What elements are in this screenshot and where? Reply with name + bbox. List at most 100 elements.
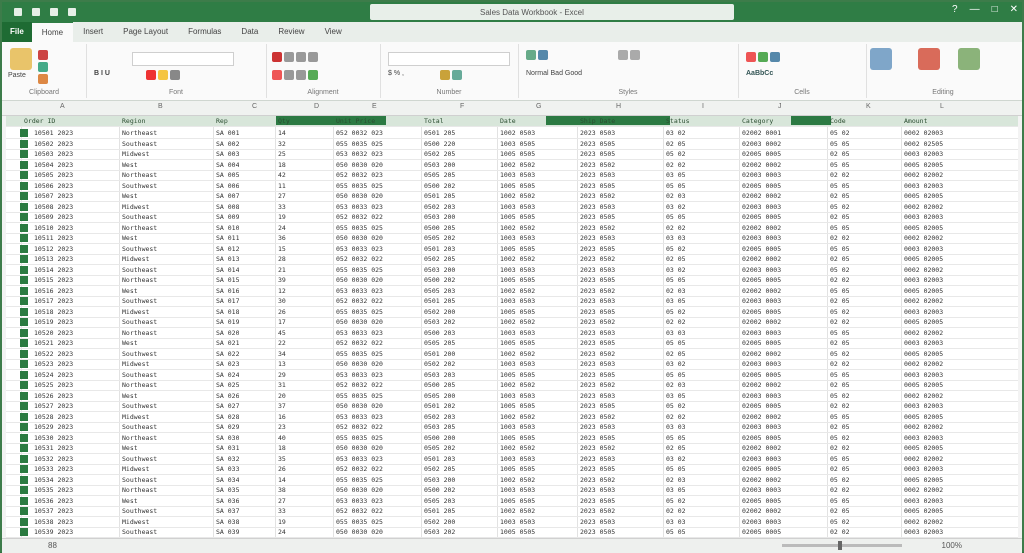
table-cell[interactable]: 2023 0503 xyxy=(580,233,615,243)
table-cell[interactable]: 2023 0503 xyxy=(580,359,615,369)
table-cell[interactable]: 02 03 xyxy=(666,286,686,296)
table-cell[interactable]: 0003 02003 xyxy=(904,433,943,443)
table-cell[interactable]: Northeast xyxy=(122,128,157,138)
table-cell[interactable]: 02 02 xyxy=(830,317,850,327)
tab-view[interactable]: View xyxy=(315,22,352,42)
table-cell[interactable]: Northeast xyxy=(122,223,157,233)
table-cell[interactable]: SA 005 xyxy=(216,170,239,180)
table-cell[interactable]: 05 05 xyxy=(666,212,686,222)
table-cell[interactable]: 02005 0005 xyxy=(742,149,781,159)
table-cell[interactable]: 14 xyxy=(278,475,286,485)
table-cell[interactable]: 1003 0503 xyxy=(500,265,535,275)
table-cell[interactable]: 055 0035 025 xyxy=(336,433,383,443)
table-cell[interactable]: SA 009 xyxy=(216,212,239,222)
table-cell[interactable]: 05 02 xyxy=(830,128,850,138)
column-header-f[interactable]: F xyxy=(460,103,464,110)
table-cell[interactable]: Midwest xyxy=(122,202,149,212)
table-cell[interactable]: 0002 02505 xyxy=(904,139,943,149)
table-cell[interactable]: 10515 2023 xyxy=(34,275,73,285)
table-cell[interactable]: 1003 0503 xyxy=(500,328,535,338)
table-cell[interactable]: 0500 202 xyxy=(424,181,455,191)
table-cell[interactable]: 03 02 xyxy=(666,202,686,212)
format-sample[interactable]: AaBbCc xyxy=(746,70,773,77)
table-cell[interactable]: 02005 0005 xyxy=(742,401,781,411)
table-cell[interactable]: 10506 2023 xyxy=(34,181,73,191)
table-cell[interactable]: Midwest xyxy=(122,359,149,369)
table-cell[interactable]: 1005 0505 xyxy=(500,496,535,506)
row-marker-icon[interactable] xyxy=(20,496,28,505)
table-cell[interactable]: 02002 0002 xyxy=(742,349,781,359)
merge-center-icon[interactable] xyxy=(308,70,318,80)
header-cell[interactable]: Status xyxy=(666,116,689,126)
column-header-b[interactable]: B xyxy=(158,103,163,110)
table-cell[interactable]: 053 0033 023 xyxy=(336,496,383,506)
table-cell[interactable]: Northeast xyxy=(122,433,157,443)
table-cell[interactable]: 02003 0003 xyxy=(742,296,781,306)
table-cell[interactable]: 02 03 xyxy=(666,380,686,390)
table-cell[interactable]: 31 xyxy=(278,380,286,390)
table-cell[interactable]: 1003 0503 xyxy=(500,485,535,495)
table-cell[interactable]: 0005 02005 xyxy=(904,317,943,327)
table-cell[interactable]: 0002 02002 xyxy=(904,296,943,306)
row-marker-icon[interactable] xyxy=(20,381,28,389)
row-marker-icon[interactable] xyxy=(20,223,28,232)
table-cell[interactable]: 0002 02002 xyxy=(904,454,943,464)
table-cell[interactable]: 05 05 xyxy=(830,244,850,254)
table-cell[interactable]: 2023 0503 xyxy=(580,265,615,275)
table-cell[interactable]: 0003 02003 xyxy=(904,527,943,537)
zoom-slider[interactable] xyxy=(782,544,902,547)
column-header-a[interactable]: A xyxy=(60,103,65,110)
table-cell[interactable]: 05 05 xyxy=(830,160,850,170)
row-marker-icon[interactable] xyxy=(20,486,28,494)
row-marker-icon[interactable] xyxy=(20,391,28,400)
table-cell[interactable]: SA 019 xyxy=(216,317,239,327)
table-cell[interactable]: 03 05 xyxy=(666,391,686,401)
table-cell[interactable]: 0505 202 xyxy=(424,443,455,453)
table-cell[interactable]: 02 02 xyxy=(830,485,850,495)
conditional-formatting-icon[interactable] xyxy=(526,50,536,60)
save-icon[interactable] xyxy=(14,8,22,16)
table-cell[interactable]: 052 0032 023 xyxy=(336,170,383,180)
table-cell[interactable]: 18 xyxy=(278,443,286,453)
tab-home[interactable]: Home xyxy=(31,21,74,43)
table-cell[interactable]: SA 021 xyxy=(216,338,239,348)
table-cell[interactable]: 0005 02005 xyxy=(904,286,943,296)
borders-icon[interactable] xyxy=(170,70,180,80)
table-cell[interactable]: 2023 0505 xyxy=(580,464,615,474)
table-cell[interactable]: 10511 2023 xyxy=(34,233,73,243)
row-marker-icon[interactable] xyxy=(20,286,28,295)
row-marker-icon[interactable] xyxy=(20,213,28,221)
table-cell[interactable]: 05 05 xyxy=(666,338,686,348)
table-cell[interactable]: 02003 0003 xyxy=(742,202,781,212)
table-cell[interactable]: 02002 0002 xyxy=(742,160,781,170)
table-cell[interactable]: 05 05 xyxy=(830,223,850,233)
table-cell[interactable]: 10501 2023 xyxy=(34,128,73,138)
table-cell[interactable]: 0005 02005 xyxy=(904,412,943,422)
row-marker-icon[interactable] xyxy=(20,475,28,484)
table-cell[interactable]: 02005 0005 xyxy=(742,527,781,537)
number-format-dropdown[interactable] xyxy=(388,52,510,66)
table-cell[interactable]: 2023 0502 xyxy=(580,160,615,170)
table-cell[interactable]: 02003 0003 xyxy=(742,233,781,243)
table-cell[interactable]: 0500 205 xyxy=(424,380,455,390)
table-cell[interactable]: 05 05 xyxy=(666,370,686,380)
table-cell[interactable]: 2023 0503 xyxy=(580,422,615,432)
table-cell[interactable]: SA 033 xyxy=(216,464,239,474)
font-color-icon[interactable] xyxy=(146,70,156,80)
table-cell[interactable]: 02005 0005 xyxy=(742,212,781,222)
column-header-d[interactable]: D xyxy=(314,103,319,110)
table-cell[interactable]: Southeast xyxy=(122,265,157,275)
table-cell[interactable]: 42 xyxy=(278,170,286,180)
table-cell[interactable]: 1003 0503 xyxy=(500,391,535,401)
table-cell[interactable]: 2023 0505 xyxy=(580,307,615,317)
row-marker-icon[interactable] xyxy=(20,517,28,526)
table-cell[interactable]: 05 02 xyxy=(830,475,850,485)
table-cell[interactable]: 02005 0005 xyxy=(742,307,781,317)
table-cell[interactable]: Southeast xyxy=(122,317,157,327)
format-cells-icon[interactable] xyxy=(770,52,780,62)
table-cell[interactable]: 055 0035 025 xyxy=(336,517,383,527)
table-cell[interactable]: 27 xyxy=(278,496,286,506)
table-cell[interactable]: 2023 0502 xyxy=(580,380,615,390)
table-cell[interactable]: 0505 203 xyxy=(424,286,455,296)
table-cell[interactable]: 05 02 xyxy=(666,307,686,317)
